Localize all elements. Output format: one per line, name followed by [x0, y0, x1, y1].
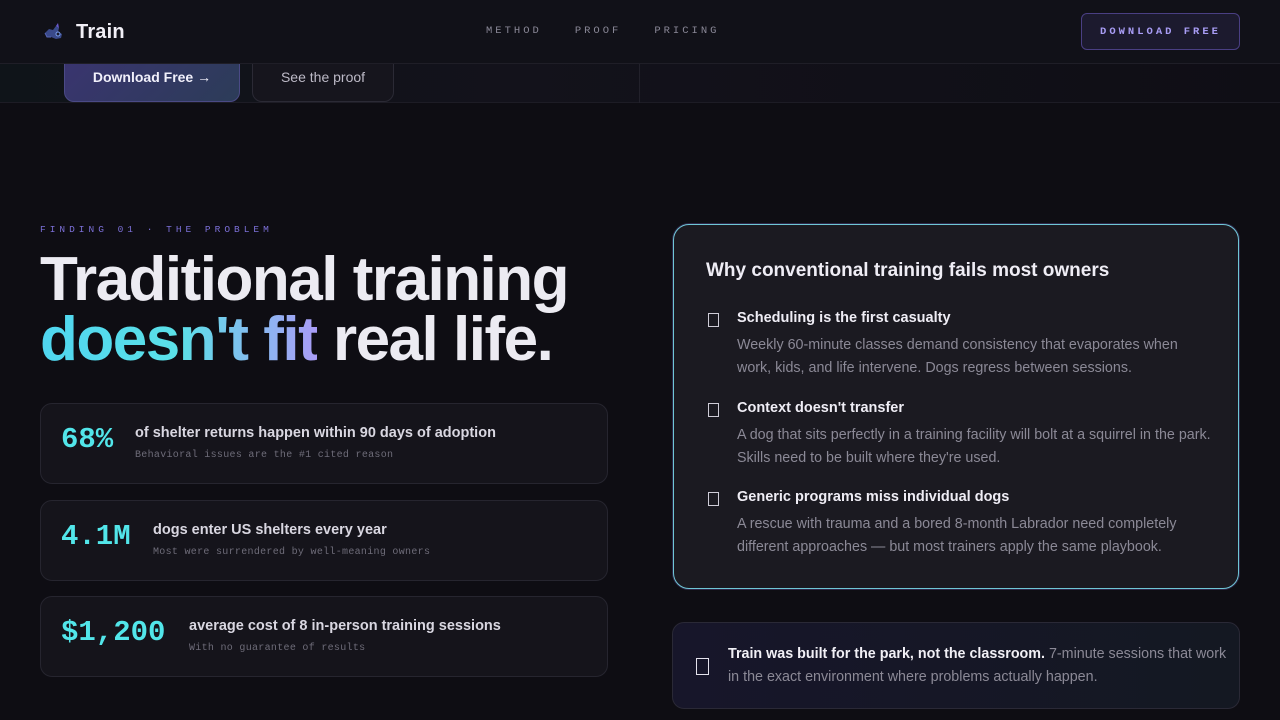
top-nav: Train METHOD PROOF PRICING DOWNLOAD FREE [0, 0, 1280, 64]
headline-line1: Traditional training [40, 245, 570, 314]
callout-strong: Train was built for the park, not the cl… [728, 646, 1045, 662]
nav-link-proof[interactable]: PROOF [575, 25, 622, 37]
dog-logo-icon [44, 23, 62, 39]
nav-download-button[interactable]: DOWNLOAD FREE [1081, 13, 1240, 50]
callout-box: Train was built for the park, not the cl… [672, 622, 1240, 709]
why-fails-card: Why conventional training fails most own… [673, 224, 1239, 589]
reason-icon [708, 492, 719, 506]
stat-value: 68% [61, 423, 114, 456]
reason-icon [708, 403, 719, 417]
card-title: Why conventional training fails most own… [706, 260, 1110, 281]
section-eyebrow: FINDING 01 · THE PROBLEM [40, 224, 273, 235]
nav-link-method[interactable]: METHOD [486, 25, 542, 37]
stat-card: 4.1M dogs enter US shelters every year M… [40, 500, 608, 581]
headline-rest: real life. [317, 305, 554, 374]
brand[interactable]: Train [42, 20, 125, 44]
nav-links: METHOD PROOF PRICING [486, 25, 719, 37]
stat-value: $1,200 [61, 616, 166, 649]
reason-text: Weekly 60-minute classes demand consiste… [737, 337, 1178, 376]
nav-link-pricing[interactable]: PRICING [654, 25, 719, 37]
stat-title: of shelter returns happen within 90 days… [135, 425, 496, 441]
stat-subtitle: With no guarantee of results [189, 643, 366, 654]
stat-value: 4.1M [61, 520, 131, 553]
brand-name: Train [76, 20, 125, 43]
divider [639, 64, 640, 103]
reason-text: A dog that sits perfectly in a training … [737, 427, 1211, 466]
reason-text: A rescue with trauma and a bored 8-month… [737, 516, 1177, 555]
reason-icon [708, 313, 719, 327]
headline-highlight: doesn't fit [40, 305, 319, 374]
stat-subtitle: Behavioral issues are the #1 cited reaso… [135, 450, 394, 461]
stat-card: $1,200 average cost of 8 in-person train… [40, 596, 608, 677]
stat-title: dogs enter US shelters every year [153, 522, 387, 538]
callout-icon [696, 658, 709, 675]
stat-card: 68% of shelter returns happen within 90 … [40, 403, 608, 484]
reason-title: Generic programs miss individual dogs [737, 489, 1010, 505]
reason-title: Scheduling is the first casualty [737, 310, 951, 326]
section-headline: Traditional training doesn't fit real li… [40, 249, 570, 371]
stat-title: average cost of 8 in-person training ses… [189, 618, 501, 634]
stat-subtitle: Most were surrendered by well-meaning ow… [153, 547, 431, 558]
reason-title: Context doesn't transfer [737, 400, 904, 416]
callout-text: Train was built for the park, not the cl… [728, 643, 1228, 689]
